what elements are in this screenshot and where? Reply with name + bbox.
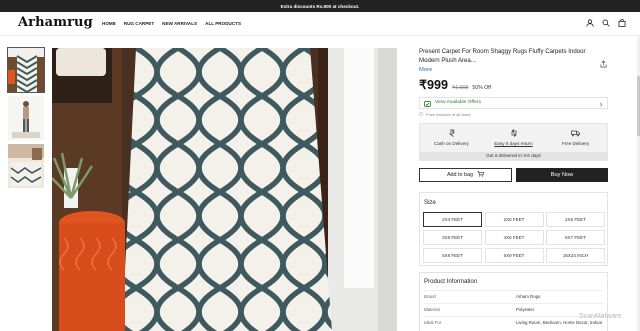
info-row: Brand Arham Rugs (424, 289, 604, 303)
thumbnail-list (7, 47, 45, 192)
info-value: Polyester (516, 306, 535, 312)
main-nav: HOME RUG CARPET NEW ARRIVALS ALL PRODUCT… (102, 21, 241, 26)
info-value: Living Room, Bedroom, Home Decor, Indoor (516, 319, 603, 325)
search-icon[interactable] (601, 19, 610, 28)
nav-all-products[interactable]: ALL PRODUCTS (205, 21, 241, 26)
nav-new-arrivals[interactable]: NEW ARRIVALS (162, 21, 197, 26)
site-logo[interactable]: Arhamrug (18, 15, 93, 30)
add-to-bag-label: Add to bag (446, 171, 474, 178)
product-title: Present Carpet For Room Shaggy Rugs Fluf… (419, 48, 586, 64)
announcement-text: Extra discounts Rs.900 at checkout. (280, 3, 360, 9)
size-option-2x6[interactable]: 2X6 FEET (546, 211, 605, 227)
size-option-5x8[interactable]: 5X8 FEET (423, 247, 482, 263)
cash-icon (448, 124, 455, 142)
header-icons (585, 19, 626, 28)
discount-label: 50% Off (472, 84, 491, 91)
feature-free-delivery-label: Free Delivery (561, 140, 590, 146)
size-option-16x24[interactable]: 16X24 INCH (546, 247, 605, 263)
thumbnail-runner-rug[interactable] (7, 47, 45, 93)
feature-free-delivery: Free Delivery (544, 129, 607, 146)
offers-label: View Available Offers (435, 100, 481, 106)
size-option-2x4[interactable]: 2X4 FEET (423, 211, 482, 227)
size-option-2x5[interactable]: 2X5 FEET (484, 211, 544, 227)
size-option-3x5[interactable]: 3X5 FEET (423, 229, 482, 245)
product-information-title: Product Information (424, 277, 478, 285)
more-link[interactable]: More (419, 67, 609, 73)
main-product-image (52, 48, 397, 331)
site-header: Arhamrug HOME RUG CARPET NEW ARRIVALS AL… (0, 12, 640, 36)
nav-rug-carpet[interactable]: RUG CARPET (124, 21, 154, 26)
view-offers-button[interactable]: View Available Offers (419, 94, 608, 112)
truck-icon (571, 124, 580, 142)
info-key: Ideal For (424, 319, 442, 325)
feature-cod: Cash on Delivery (420, 129, 483, 146)
size-option-4x6[interactable]: 4X6 FEET (484, 229, 544, 245)
chevron-right-icon (599, 94, 603, 112)
feature-return-label[interactable]: Easy 5 days return (482, 141, 545, 146)
feature-cod-label: Cash on Delivery (434, 140, 469, 146)
tax-note-text: Price inclusive of all taxes (426, 111, 471, 117)
features-box: Cash on Delivery Easy 5 days return Free… (419, 122, 608, 161)
bag-icon[interactable] (617, 19, 626, 28)
price: ₹999 (419, 77, 449, 92)
info-row: Ideal For Living Room, Bedroom, Home Dec… (424, 315, 604, 329)
nav-home[interactable]: HOME (102, 21, 116, 26)
size-selector: Size 2X4 FEET 2X5 FEET 2X6 FEET 3X5 FEET… (419, 191, 608, 266)
product-information-rows: Brand Arham Rugs Material Polyester Idea… (424, 289, 604, 329)
add-to-bag-button[interactable]: Add to bag (419, 167, 512, 182)
info-value: Arham Rugs (516, 293, 541, 299)
size-title: Size (424, 198, 436, 206)
price-row: ₹999 ₹1,998 50% Off (419, 77, 609, 92)
info-row: Material Polyester (424, 302, 604, 316)
feature-return[interactable]: Easy 5 days return (482, 129, 545, 146)
size-options: 2X4 FEET 2X5 FEET 2X6 FEET 3X5 FEET 4X6 … (423, 211, 605, 263)
watermark: ScanMalware (579, 313, 622, 320)
product-info-panel: Present Carpet For Room Shaggy Rugs Fluf… (419, 48, 609, 331)
info-icon (419, 111, 423, 117)
offer-tag-icon (424, 94, 431, 112)
return-icon (510, 124, 518, 142)
delivery-estimate: Get it delivered in 3-6 days (420, 151, 607, 160)
cart-icon (477, 170, 484, 179)
purchase-actions: Add to bag Buy Now (419, 167, 609, 182)
thumbnail-rug-model[interactable] (8, 96, 44, 140)
share-icon[interactable] (600, 55, 607, 73)
product-information: Product Information Brand Arham Rugs Mat… (419, 271, 608, 331)
original-price: ₹1,998 (452, 84, 469, 91)
user-icon[interactable] (585, 19, 594, 28)
size-option-6x9[interactable]: 6X9 FEET (484, 247, 544, 263)
info-key: Material (424, 306, 440, 312)
buy-now-button[interactable]: Buy Now (516, 167, 608, 182)
thumbnail-room-rug[interactable] (8, 144, 44, 188)
size-option-5x7[interactable]: 5X7 FEET (546, 229, 605, 245)
announcement-bar: Extra discounts Rs.900 at checkout. (0, 0, 640, 12)
info-key: Brand (424, 293, 436, 299)
tax-note: Price inclusive of all taxes (419, 112, 609, 117)
